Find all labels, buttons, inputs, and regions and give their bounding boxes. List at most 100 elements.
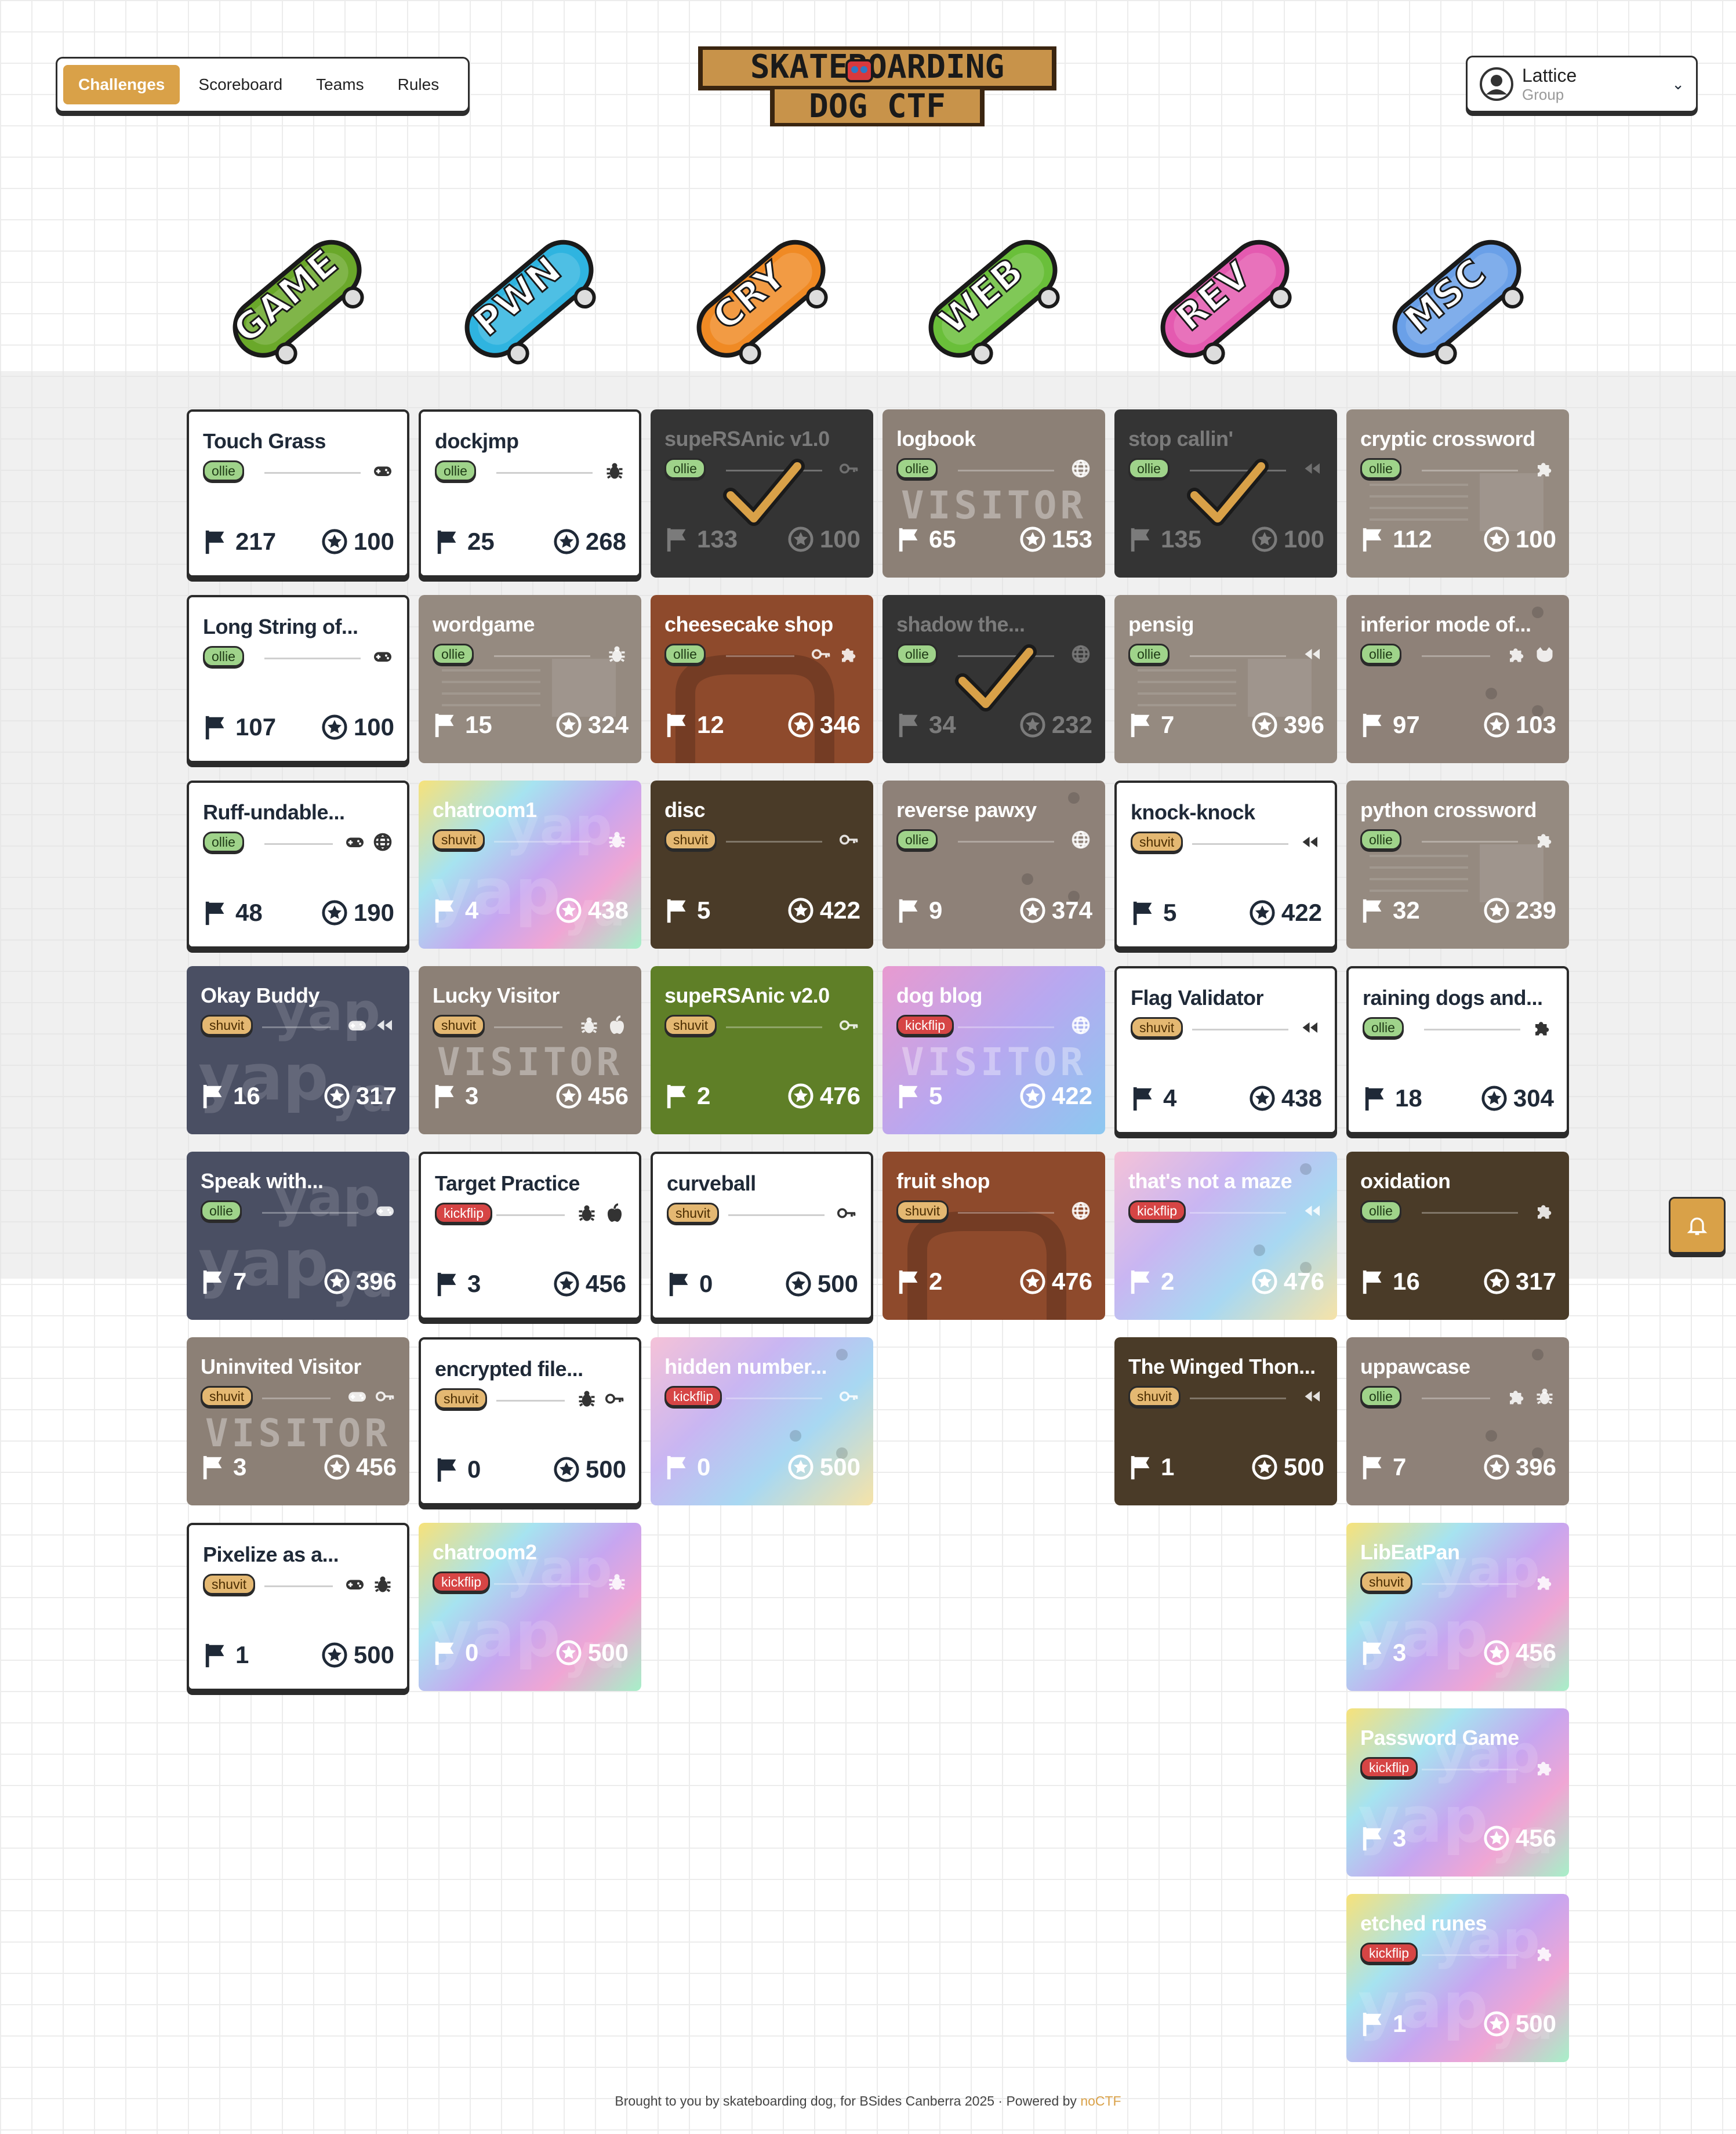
user-menu[interactable]: Lattice Group ⌄ <box>1466 56 1698 112</box>
category-skateboard-1[interactable]: PWN <box>435 209 620 389</box>
challenge-title: that's not a maze <box>1128 1169 1292 1193</box>
solve-count-value: 5 <box>929 1082 943 1109</box>
challenge-card[interactable]: inferior mode of... ollie 97 103 <box>1346 595 1569 763</box>
challenge-card[interactable]: hidden number... kickflip 0 500 <box>651 1337 873 1505</box>
solve-count-value: 32 <box>1393 897 1420 924</box>
category-skateboard-4[interactable]: REV <box>1131 209 1316 389</box>
challenge-title: wordgame <box>433 612 535 636</box>
challenge-card[interactable]: python crossword ollie 32 239 <box>1346 781 1569 949</box>
point-value-number: 500 <box>1515 2010 1556 2037</box>
challenge-card[interactable]: yap yap ya chatroom2 kickflip 0 500 <box>419 1523 641 1691</box>
challenge-card[interactable]: fruit shop shuvit 2 476 <box>882 1152 1105 1320</box>
card-divider <box>1190 655 1286 657</box>
challenge-card[interactable]: Target Practice kickflip 3 456 <box>419 1152 641 1320</box>
challenge-card[interactable]: uppawcase ollie 7 396 <box>1346 1337 1569 1505</box>
challenge-card[interactable]: yap yap ya LibEatPan shuvit 3 456 <box>1346 1523 1569 1691</box>
challenge-card[interactable]: VISITOR Lucky Visitor shuvit 3 456 <box>419 966 641 1134</box>
card-divider <box>1422 1583 1518 1585</box>
category-skateboard-3[interactable]: WEB <box>899 209 1084 389</box>
flag-icon <box>1363 713 1382 738</box>
challenge-card[interactable]: Flag Validator shuvit 4 438 <box>1114 966 1337 1134</box>
solve-count-value: 7 <box>233 1268 247 1295</box>
point-value-number: 500 <box>353 1641 394 1668</box>
challenge-card[interactable]: The Winged Thon... shuvit 1 500 <box>1114 1337 1337 1505</box>
points-star-icon <box>1020 1269 1045 1294</box>
challenge-card[interactable]: yap yap ya Speak with... ollie 7 396 <box>187 1152 409 1320</box>
category-icons <box>1534 1943 1555 1964</box>
card-divider <box>958 1212 1054 1214</box>
category-icons <box>1070 644 1091 665</box>
challenge-card[interactable]: knock-knock shuvit 5 422 <box>1114 781 1337 949</box>
challenge-card[interactable]: supeRSAnic v2.0 shuvit 2 476 <box>651 966 873 1134</box>
challenge-card[interactable]: yap yap ya Okay Buddy shuvit 16 317 <box>187 966 409 1134</box>
tab-rules[interactable]: Rules <box>383 65 455 104</box>
category-icons <box>1070 1015 1091 1036</box>
challenge-card[interactable]: Touch Grass ollie 217 100 <box>187 409 409 578</box>
challenge-card[interactable]: Long String of... ollie 107 100 <box>187 595 409 763</box>
category-icons <box>1534 1572 1555 1592</box>
flag-icon <box>205 716 224 740</box>
challenge-card[interactable]: raining dogs and... ollie 18 304 <box>1346 966 1569 1134</box>
challenge-card[interactable]: Pixelize as a... shuvit 1 500 <box>187 1523 409 1691</box>
gamepad-icon <box>348 1392 366 1402</box>
solve-count: 1 <box>1128 1453 1174 1481</box>
challenge-card[interactable]: wordgame ollie 15 324 <box>419 595 641 763</box>
challenge-card[interactable]: reverse pawxy ollie 9 374 <box>882 781 1105 949</box>
challenge-card[interactable]: Ruff-undable... ollie 48 190 <box>187 781 409 949</box>
challenge-card[interactable]: yap yap ya chatroom1 shuvit 4 438 <box>419 781 641 949</box>
site-logo[interactable]: SKATEBOARDING DOG CTF <box>695 41 1060 135</box>
category-icons <box>1532 1017 1553 1038</box>
point-value: 374 <box>1019 897 1092 924</box>
flag-icon <box>437 1458 456 1482</box>
flag-icon <box>437 530 456 554</box>
solve-count: 16 <box>201 1082 260 1110</box>
challenge-card[interactable]: stop callin' ollie 135 100 <box>1114 409 1337 578</box>
solve-count-value: 48 <box>235 899 263 926</box>
point-value-number: 100 <box>1283 525 1324 553</box>
tab-teams[interactable]: Teams <box>301 65 379 104</box>
rewind-icon <box>1305 649 1320 659</box>
challenge-card[interactable]: VISITOR logbook ollie 65 153 <box>882 409 1105 578</box>
challenge-card[interactable]: shadow the... ollie 34 232 <box>882 595 1105 763</box>
solve-count-value: 217 <box>235 528 277 555</box>
challenge-card[interactable]: yap yap ya etched runes kickflip 1 500 <box>1346 1894 1569 2062</box>
card-divider <box>1422 841 1518 843</box>
category-skateboard-2[interactable]: CRY <box>667 209 852 389</box>
challenge-card[interactable]: cheesecake shop ollie 12 346 <box>651 595 873 763</box>
points-star-icon <box>322 714 347 740</box>
points-star-icon <box>1020 1083 1045 1109</box>
bug-icon <box>375 1576 391 1592</box>
challenge-card[interactable]: pensig ollie 7 396 <box>1114 595 1337 763</box>
category-skateboard-0[interactable]: GAME <box>203 209 388 389</box>
key-icon <box>837 1208 856 1218</box>
solve-count: 217 <box>203 528 276 556</box>
challenge-card[interactable]: dockjmp ollie 25 268 <box>419 409 641 578</box>
tab-challenges[interactable]: Challenges <box>63 65 180 104</box>
point-value: 456 <box>555 1082 629 1110</box>
globe-icon <box>1072 1016 1090 1035</box>
challenge-card[interactable]: cryptic crossword ollie 112 100 <box>1346 409 1569 578</box>
challenge-card[interactable]: encrypted file... shuvit 0 500 <box>419 1337 641 1505</box>
challenge-card[interactable]: VISITOR dog blog kickflip 5 422 <box>882 966 1105 1134</box>
solve-count-value: 2 <box>1161 1268 1175 1295</box>
difficulty-tag: ollie <box>1360 1386 1401 1407</box>
challenge-card[interactable]: that's not a maze kickflip 2 476 <box>1114 1152 1337 1320</box>
point-value: 456 <box>324 1453 397 1481</box>
challenge-card[interactable]: supeRSAnic v1.0 ollie 133 100 <box>651 409 873 578</box>
solve-count-value: 65 <box>929 525 956 553</box>
notifications-button[interactable] <box>1669 1197 1726 1254</box>
footer-text: Brought to you by skateboarding dog, for… <box>615 2093 1081 2108</box>
category-skateboard-5[interactable]: MSC <box>1363 209 1548 389</box>
challenge-title: stop callin' <box>1128 427 1233 451</box>
challenge-card[interactable]: yap yap ya Password Game kickflip 3 456 <box>1346 1708 1569 1877</box>
challenge-card[interactable]: curveball shuvit 0 500 <box>651 1152 873 1320</box>
challenge-card[interactable]: disc shuvit 5 422 <box>651 781 873 949</box>
category-icons <box>838 829 859 850</box>
puzzle-icon <box>842 648 856 662</box>
card-divider <box>1422 1398 1490 1399</box>
challenge-card[interactable]: VISITOR Uninvited Visitor shuvit 3 456 <box>187 1337 409 1505</box>
point-value-number: 438 <box>587 897 629 924</box>
tab-scoreboard[interactable]: Scoreboard <box>183 65 297 104</box>
footer-noctf-link[interactable]: noCTF <box>1080 2093 1121 2108</box>
challenge-card[interactable]: oxidation ollie 16 317 <box>1346 1152 1569 1320</box>
